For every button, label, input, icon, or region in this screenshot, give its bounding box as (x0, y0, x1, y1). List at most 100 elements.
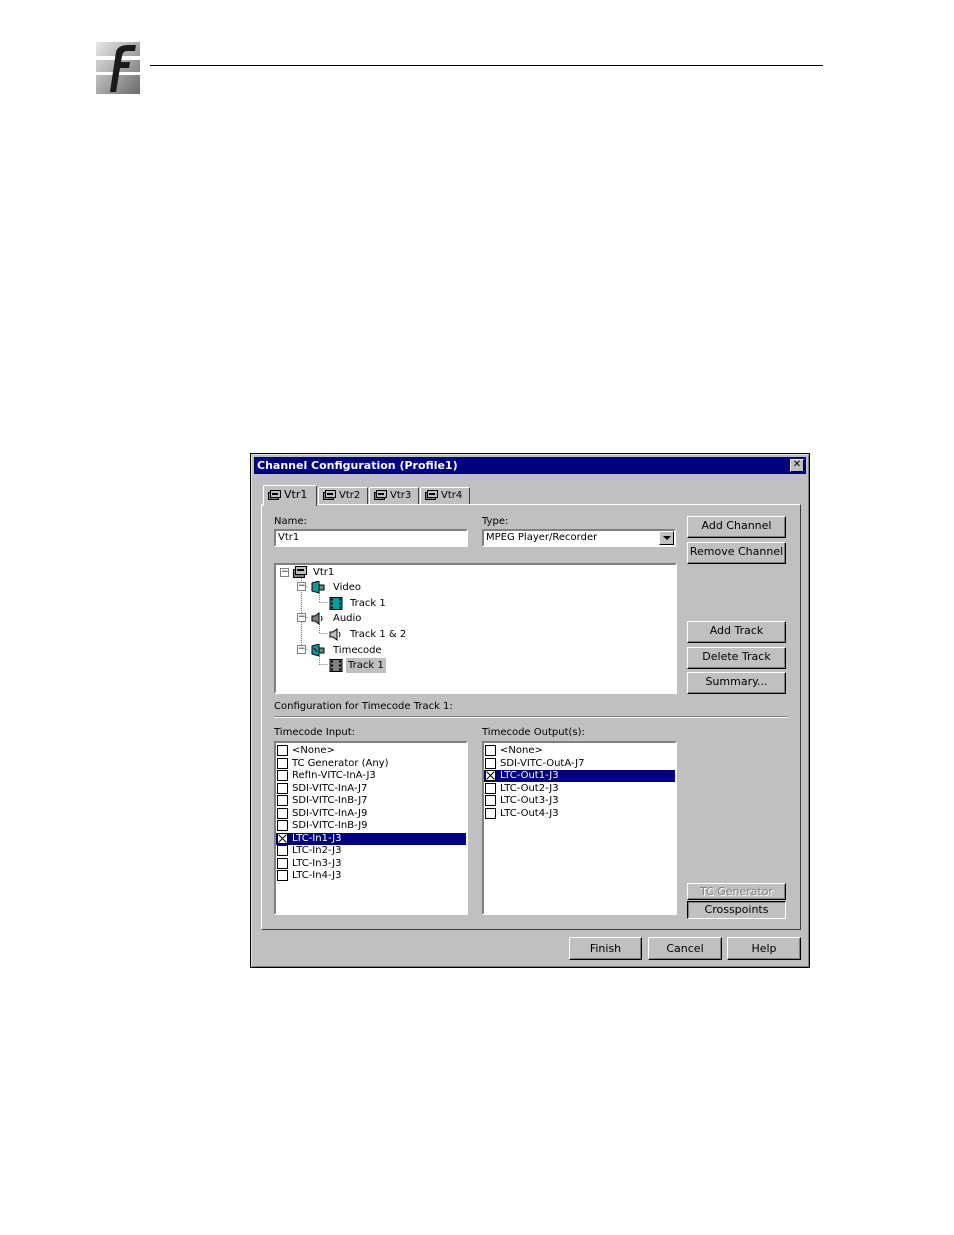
tc-generator-button[interactable]: TC Generator (687, 883, 786, 900)
tree-label: Track 1 (346, 658, 386, 673)
list-item-label: SDI-VITC-OutA-J7 (500, 757, 585, 769)
timecode-output-list[interactable]: <None> SDI-VITC-OutA-J7 LTC-Out1-J3 LTC-Out… (482, 741, 677, 915)
list-item-label: TC Generator (Any) (292, 757, 389, 769)
finish-button[interactable]: Finish (569, 937, 642, 960)
list-item-label: SDI-VITC-InB-J9 (292, 820, 368, 831)
list-item-label: SDI-VITC-InA-J7 (292, 782, 368, 794)
list-item[interactable]: <None> (276, 745, 466, 757)
list-item-label: LTC-In1-J3 (292, 832, 342, 844)
header-rule (150, 65, 823, 66)
chevron-down-icon[interactable] (659, 531, 674, 545)
film-icon (329, 597, 343, 610)
help-button[interactable]: Help (727, 937, 801, 960)
tab-label: Vtr3 (390, 490, 412, 501)
checkbox[interactable] (277, 757, 288, 769)
checkbox[interactable] (277, 832, 288, 844)
list-item[interactable]: LTC-In3-J3 (276, 857, 466, 870)
checkbox[interactable] (277, 782, 288, 794)
type-value: MPEG Player/Recorder (486, 532, 598, 543)
separator (274, 716, 788, 718)
checkbox[interactable] (485, 807, 496, 819)
checkbox[interactable] (277, 807, 288, 819)
checkbox[interactable] (277, 795, 288, 806)
tab-vtr1[interactable]: Vtr1 (263, 485, 317, 506)
cancel-button[interactable]: Cancel (648, 937, 722, 960)
checkbox[interactable] (277, 857, 288, 869)
tab-vtr3[interactable]: Vtr3 (369, 487, 419, 505)
list-item[interactable]: LTC-Out2-J3 (484, 782, 675, 795)
list-item[interactable]: LTC-In4-J3 (276, 870, 466, 882)
list-item[interactable]: SDI-VITC-OutA-J7 (484, 757, 675, 770)
collapse-icon[interactable]: − (297, 582, 306, 591)
name-field[interactable]: Vtr1 (274, 529, 468, 547)
vtr-icon (323, 489, 336, 500)
name-label: Name: (274, 516, 307, 527)
speaker-icon (311, 612, 323, 625)
collapse-icon[interactable]: − (297, 613, 306, 622)
crosspoints-button[interactable]: Crosspoints (687, 901, 786, 919)
timecode-input-label: Timecode Input: (274, 727, 356, 738)
add-track-button[interactable]: Add Track (687, 621, 786, 643)
tab-label: Vtr4 (441, 490, 463, 501)
summary-button[interactable]: Summary... (687, 672, 786, 694)
timecode-input-list[interactable]: <None> TC Generator (Any) RefIn-VITC-InA-J… (274, 741, 468, 915)
checkbox[interactable] (277, 745, 288, 756)
close-button[interactable]: ✕ (790, 459, 804, 472)
checkbox[interactable] (485, 745, 496, 756)
vtr-icon (425, 489, 438, 500)
tab-label: Vtr2 (339, 490, 361, 501)
add-channel-button[interactable]: Add Channel (687, 516, 786, 538)
tree-label: Timecode (333, 645, 382, 656)
type-select[interactable]: MPEG Player/Recorder (482, 529, 676, 547)
speaker-icon (329, 628, 341, 641)
list-item[interactable]: LTC-In1-J3 (276, 832, 466, 845)
list-item[interactable]: SDI-VITC-InA-J7 (276, 782, 466, 795)
tree-label: Audio (333, 613, 362, 624)
list-item-label: SDI-VITC-InB-J7 (292, 795, 368, 806)
tab-vtr2[interactable]: Vtr2 (318, 487, 368, 505)
delete-track-button[interactable]: Delete Track (687, 647, 786, 669)
checkbox[interactable] (277, 820, 288, 831)
film-icon (329, 659, 343, 672)
list-item-label: LTC-Out3-J3 (500, 795, 559, 806)
list-item[interactable]: LTC-Out1-J3 (484, 770, 675, 782)
list-item-label: LTC-Out2-J3 (500, 782, 559, 794)
checkbox[interactable] (277, 845, 288, 856)
checkbox[interactable] (485, 770, 496, 781)
list-item[interactable]: SDI-VITC-InB-J7 (276, 795, 466, 807)
vtr-icon (293, 566, 307, 578)
checkbox[interactable] (485, 782, 496, 794)
list-item[interactable]: SDI-VITC-InA-J9 (276, 807, 466, 820)
timecode-icon (311, 644, 325, 657)
list-item[interactable]: SDI-VITC-InB-J9 (276, 820, 466, 832)
remove-channel-button[interactable]: Remove Channel (687, 542, 786, 564)
list-item[interactable]: LTC-Out4-J3 (484, 807, 675, 820)
tab-vtr4[interactable]: Vtr4 (420, 487, 470, 505)
timecode-output-label: Timecode Output(s): (482, 727, 585, 738)
vtr-icon (374, 489, 387, 500)
list-item-label: LTC-Out4-J3 (500, 807, 559, 819)
type-label: Type: (482, 516, 509, 527)
checkbox[interactable] (277, 870, 288, 881)
collapse-icon[interactable]: − (280, 568, 289, 577)
tree-label: Track 1 (350, 598, 386, 609)
tree-label: Track 1 & 2 (350, 629, 407, 640)
list-item-label: LTC-In2-J3 (292, 845, 342, 856)
list-item[interactable]: LTC-In2-J3 (276, 845, 466, 857)
list-item[interactable]: TC Generator (Any) (276, 757, 466, 770)
checkbox[interactable] (485, 757, 496, 769)
collapse-icon[interactable]: − (297, 645, 306, 654)
tree-label: Vtr1 (313, 567, 335, 578)
dialog-titlebar[interactable]: Channel Configuration (Profile1) ✕ (254, 457, 806, 474)
list-item-label: <None> (500, 745, 543, 756)
list-item-label: RefIn-VITC-InA-J3 (292, 770, 376, 781)
channel-tree[interactable]: − Vtr1 − Video Track 1 − Audio Track 1 &… (274, 563, 677, 694)
tree-label: Video (333, 582, 362, 593)
list-item[interactable]: RefIn-VITC-InA-J3 (276, 770, 466, 782)
checkbox[interactable] (485, 795, 496, 806)
list-item[interactable]: <None> (484, 745, 675, 757)
list-item[interactable]: LTC-Out3-J3 (484, 795, 675, 807)
list-item-label: LTC-In4-J3 (292, 870, 342, 881)
checkbox[interactable] (277, 770, 288, 781)
config-label: Configuration for Timecode Track 1: (274, 701, 453, 712)
